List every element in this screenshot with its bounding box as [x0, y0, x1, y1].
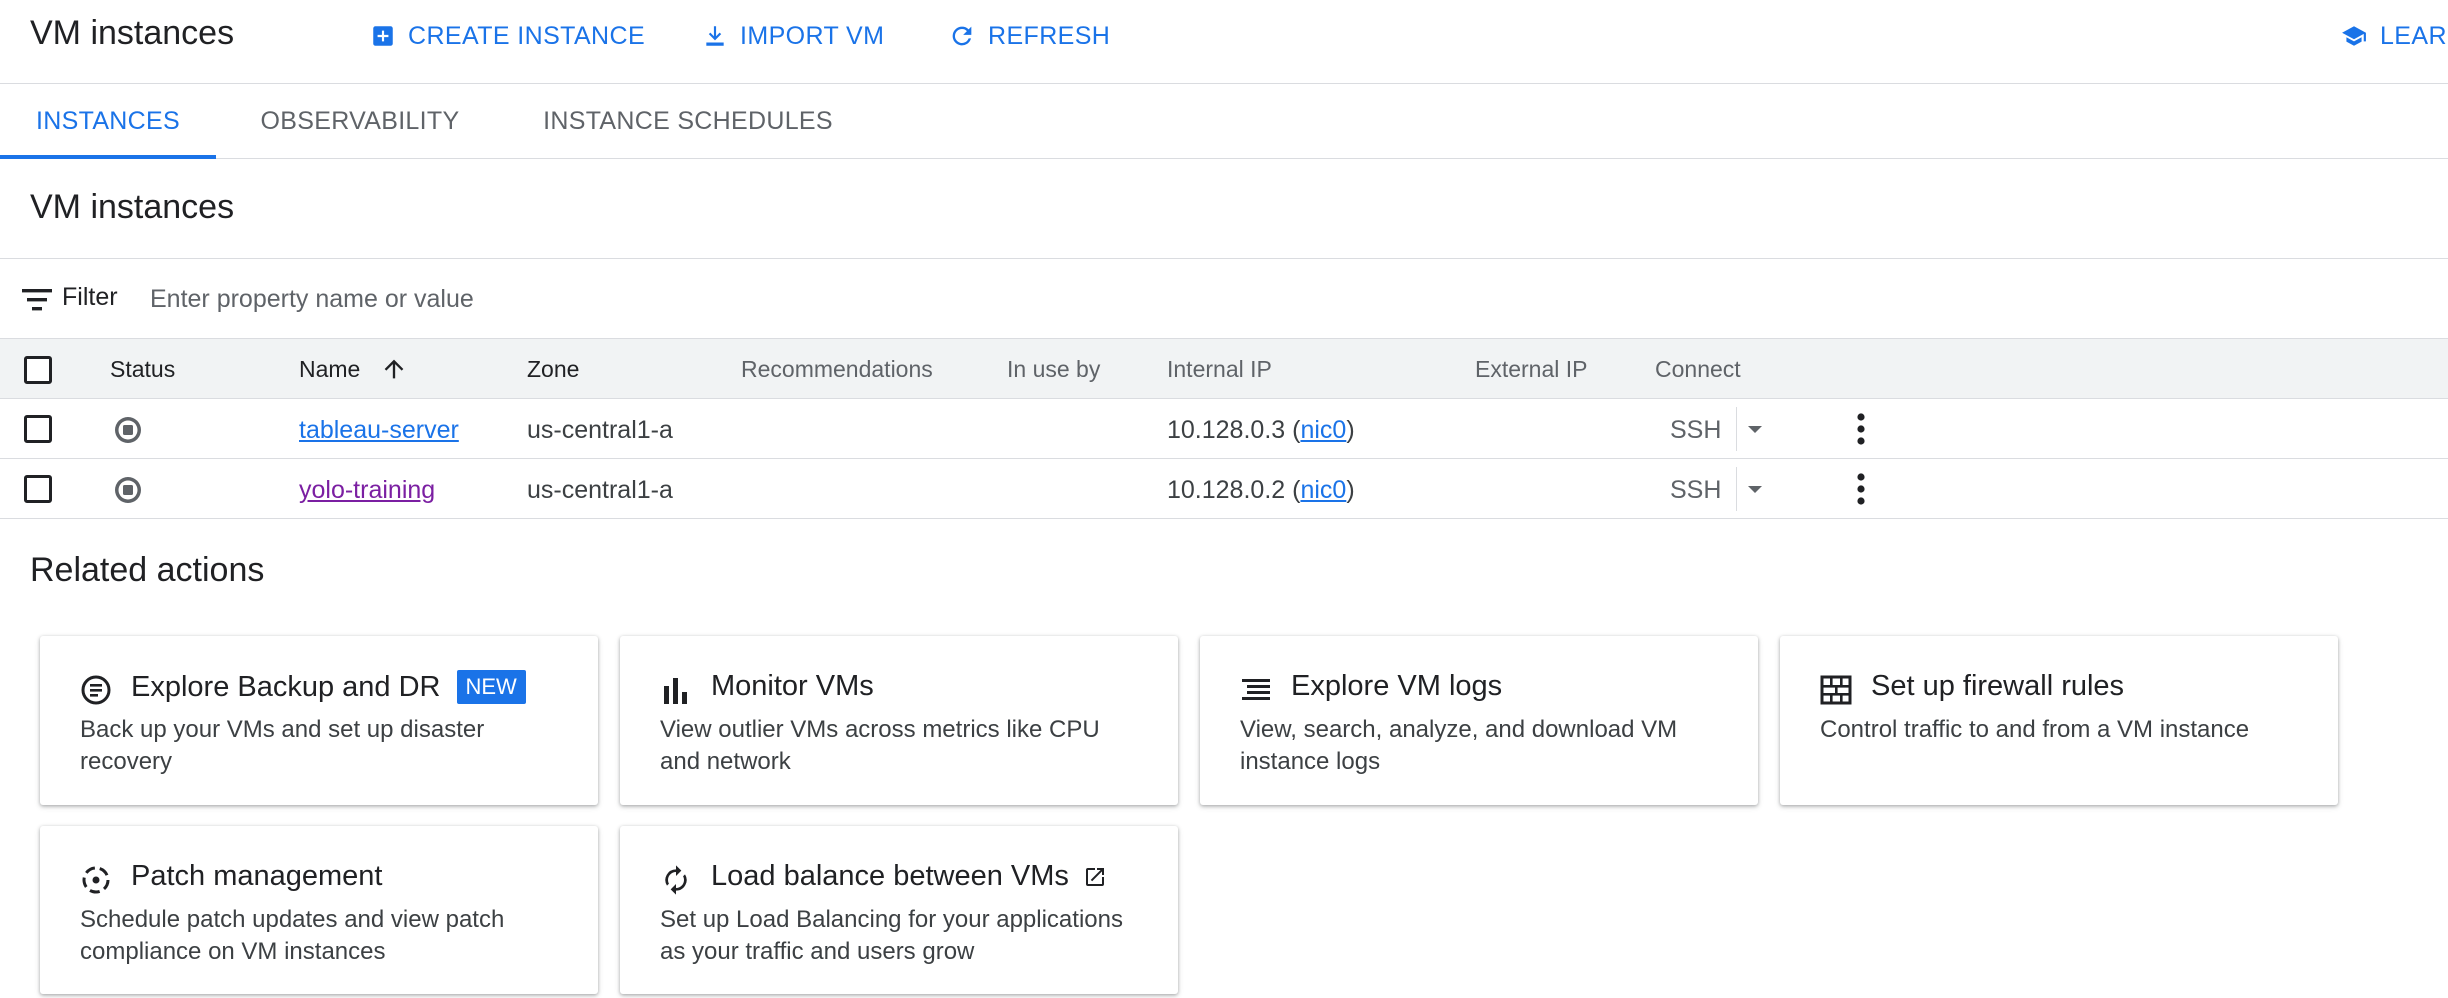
instance-name-link[interactable]: tableau-server [299, 416, 459, 444]
learn-label: LEARN [2380, 21, 2448, 50]
column-header-zone[interactable]: Zone [527, 356, 579, 383]
tab-bar: INSTANCES OBSERVABILITY INSTANCE SCHEDUL… [0, 84, 2448, 159]
card-description: Schedule patch updates and view patch co… [80, 906, 505, 965]
filter-label: Filter [62, 283, 118, 311]
filter-bar: Filter [0, 259, 2448, 339]
filter-icon[interactable] [22, 289, 52, 311]
card-title: Load balance between VMs [711, 860, 1069, 892]
card-description: Control traffic to and from a VM instanc… [1820, 716, 2250, 743]
stopped-status-icon [113, 475, 143, 505]
refresh-label: REFRESH [988, 21, 1111, 50]
ssh-button[interactable]: SSH [1670, 476, 1721, 505]
sort-ascending-icon[interactable] [380, 355, 408, 383]
open-in-new-icon [1083, 865, 1107, 889]
column-header-in-use-by[interactable]: In use by [1007, 356, 1100, 383]
create-instance-button[interactable]: CREATE INSTANCE [370, 18, 645, 54]
card-description: View, search, analyze, and download VM i… [1240, 716, 1678, 775]
learn-button[interactable]: LEARN [2340, 18, 2448, 54]
zone-cell: us-central1-a [527, 476, 673, 504]
import-vm-button[interactable]: IMPORT VM [702, 18, 884, 54]
card-monitor-vms[interactable]: Monitor VMs View outlier VMs across metr… [620, 636, 1178, 805]
refresh-button[interactable]: REFRESH [948, 18, 1110, 54]
card-patch-management[interactable]: Patch management Schedule patch updates … [40, 826, 598, 994]
table-row: tableau-server us-central1-a 10.128.0.3 … [0, 399, 2448, 459]
load-balance-icon [660, 864, 692, 896]
table-row: yolo-training us-central1-a 10.128.0.2 (… [0, 459, 2448, 519]
row-checkbox[interactable] [24, 415, 52, 443]
tab-instance-schedules[interactable]: INSTANCE SCHEDULES [530, 84, 846, 158]
import-vm-label: IMPORT VM [740, 21, 885, 50]
card-title: Set up firewall rules [1871, 670, 2125, 702]
column-header-name[interactable]: Name [299, 356, 360, 383]
card-description: Set up Load Balancing for your applicati… [660, 906, 1123, 965]
paren-close: ) [1346, 416, 1355, 444]
paren-open: ( [1285, 476, 1301, 504]
internal-ip-cell: 10.128.0.3 (nic0) [1167, 416, 1355, 445]
divider [1736, 467, 1737, 511]
tab-instances-label: INSTANCES [36, 106, 180, 135]
tab-instances[interactable]: INSTANCES [0, 84, 216, 159]
card-description: Back up your VMs and set up disaster rec… [80, 716, 485, 775]
internal-ip-value: 10.128.0.2 [1167, 476, 1286, 504]
create-instance-label: CREATE INSTANCE [408, 21, 646, 50]
instance-name-link[interactable]: yolo-training [299, 476, 435, 504]
tab-observability[interactable]: OBSERVABILITY [246, 84, 474, 158]
zone-cell: us-central1-a [527, 416, 673, 444]
column-header-connect[interactable]: Connect [1655, 356, 1741, 383]
page-title: VM instances [30, 14, 235, 52]
card-explore-backup-dr[interactable]: Explore Backup and DR NEW Back up your VM… [40, 636, 598, 805]
firewall-icon [1820, 674, 1852, 706]
stopped-status-icon [113, 415, 143, 445]
patch-icon [80, 864, 112, 896]
column-header-internal-ip[interactable]: Internal IP [1167, 356, 1272, 383]
column-header-status[interactable]: Status [110, 356, 175, 383]
select-all-checkbox[interactable] [24, 356, 52, 384]
card-title: Explore Backup and DR [131, 670, 441, 703]
card-load-balance[interactable]: Load balance between VMs Set up Load Bal… [620, 826, 1178, 994]
tab-observability-label: OBSERVABILITY [260, 106, 460, 135]
school-icon [2340, 23, 2368, 49]
section-title: VM instances [30, 188, 235, 226]
column-header-external-ip[interactable]: External IP [1475, 356, 1588, 383]
new-badge: NEW [456, 670, 526, 704]
card-title: Monitor VMs [711, 670, 874, 702]
logs-icon [1240, 674, 1272, 706]
related-actions-title: Related actions [30, 551, 265, 589]
internal-ip-cell: 10.128.0.2 (nic0) [1167, 476, 1355, 505]
more-vert-icon[interactable] [1847, 411, 1875, 447]
tab-instance-schedules-label: INSTANCE SCHEDULES [543, 106, 833, 135]
backup-icon [80, 674, 112, 706]
top-toolbar: VM instances CREATE INSTANCE IMPORT VM R… [0, 0, 2448, 84]
nic-link[interactable]: nic0 [1300, 416, 1346, 444]
ssh-dropdown-icon[interactable] [1746, 423, 1764, 435]
card-title: Explore VM logs [1291, 670, 1503, 702]
more-vert-icon[interactable] [1847, 471, 1875, 507]
card-firewall-rules[interactable]: Set up firewall rules Control traffic to… [1780, 636, 2338, 805]
row-checkbox[interactable] [24, 475, 52, 503]
paren-close: ) [1346, 476, 1355, 504]
column-header-recommendations[interactable]: Recommendations [741, 356, 933, 383]
divider [1736, 407, 1737, 451]
card-explore-vm-logs[interactable]: Explore VM logs View, search, analyze, a… [1200, 636, 1758, 805]
paren-open: ( [1285, 416, 1301, 444]
card-title: Patch management [131, 860, 383, 892]
bar-chart-icon [660, 674, 692, 706]
internal-ip-value: 10.128.0.3 [1167, 416, 1286, 444]
filter-input[interactable] [148, 275, 1052, 323]
card-description: View outlier VMs across metrics like CPU… [660, 716, 1100, 775]
refresh-icon [948, 22, 976, 50]
add-box-icon [370, 23, 396, 49]
table-header: Status Name Zone Recommendations In use … [0, 339, 2448, 399]
download-icon [702, 23, 728, 49]
nic-link[interactable]: nic0 [1300, 476, 1346, 504]
ssh-dropdown-icon[interactable] [1746, 483, 1764, 495]
ssh-button[interactable]: SSH [1670, 416, 1721, 445]
